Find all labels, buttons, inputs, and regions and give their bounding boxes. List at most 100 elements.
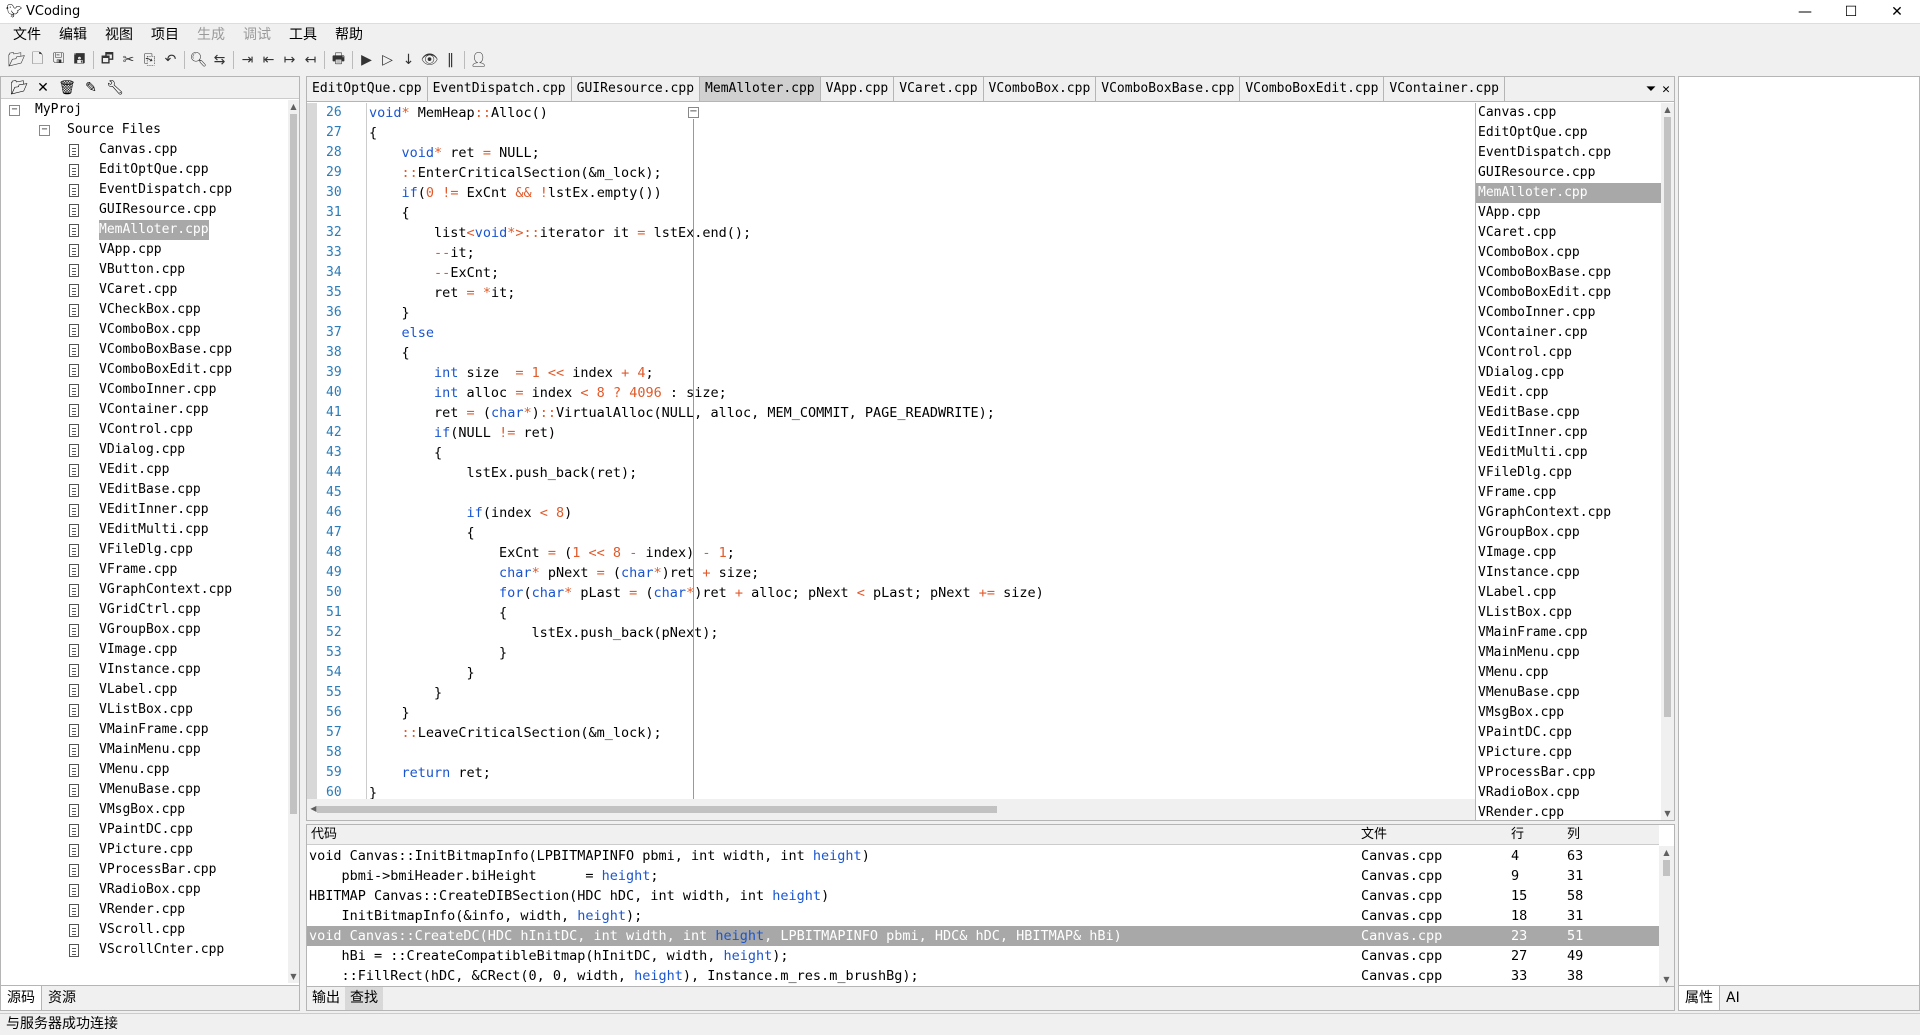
tree-file-item[interactable]: VComboBoxBase.cpp [1,340,288,360]
tree-file-item[interactable]: VEditBase.cpp [1,480,288,500]
open-file-item[interactable]: VControl.cpp [1476,343,1661,363]
tree-file-item[interactable]: VProcessBar.cpp [1,860,288,880]
open-file-item[interactable]: VMainFrame.cpp [1476,623,1661,643]
open-file-item[interactable]: VPaintDC.cpp [1476,723,1661,743]
tree-file-item[interactable]: VLabel.cpp [1,680,288,700]
results-scrollbar[interactable]: ▲ ▼ [1659,846,1674,986]
menu-item[interactable]: 编辑 [50,24,96,46]
tree-file-item[interactable]: VGroupBox.cpp [1,620,288,640]
open-file-item[interactable]: VFileDlg.cpp [1476,463,1661,483]
open-file-item[interactable]: VFrame.cpp [1476,483,1661,503]
tree-file-item[interactable]: VPicture.cpp [1,840,288,860]
tree-file-item[interactable]: VMenuBase.cpp [1,780,288,800]
save-icon[interactable]: 🖫 [48,49,69,71]
editor-tab[interactable]: EventDispatch.cpp [428,77,572,101]
find-icon[interactable]: 🔍︎ [188,49,209,71]
menu-item[interactable]: 视图 [96,24,142,46]
editor-tab[interactable]: GUIResource.cpp [572,77,701,101]
open-file-item[interactable]: VDialog.cpp [1476,363,1661,383]
open-file-item[interactable]: VApp.cpp [1476,203,1661,223]
project-scrollbar[interactable]: ▲ ▼ [288,100,299,983]
close-icon[interactable]: ✕ [1874,0,1920,24]
fold-toggle-icon[interactable]: − [688,107,699,118]
editor-tab[interactable]: MemAlloter.cpp [700,77,821,101]
open-file-item[interactable]: VMsgBox.cpp [1476,703,1661,723]
tree-file-item[interactable]: VImage.cpp [1,640,288,660]
open-file-item[interactable]: VComboBoxBase.cpp [1476,263,1661,283]
tree-file-item[interactable]: VApp.cpp [1,240,288,260]
tree-file-item[interactable]: VComboBox.cpp [1,320,288,340]
tree-file-item[interactable]: VComboBoxEdit.cpp [1,360,288,380]
open-file-item[interactable]: VListBox.cpp [1476,603,1661,623]
tree-root[interactable]: − MyProj [1,100,288,120]
open-file-item[interactable]: VProcessBar.cpp [1476,763,1661,783]
tree-file-item[interactable]: VEdit.cpp [1,460,288,480]
tree-file-item[interactable]: VMsgBox.cpp [1,800,288,820]
open-file-item[interactable]: VRadioBox.cpp [1476,783,1661,803]
editor-tab[interactable]: VComboBox.cpp [984,77,1097,101]
menu-item[interactable]: 帮助 [326,24,372,46]
indent-icon[interactable]: ⇥ [237,49,258,71]
tree-file-item[interactable]: VGridCtrl.cpp [1,600,288,620]
tree-file-item[interactable]: VFileDlg.cpp [1,540,288,560]
collapse-icon[interactable]: − [39,125,50,136]
result-row[interactable]: void Canvas::CreateDC(HDC hInitDC, int w… [307,926,1659,946]
open-file-item[interactable]: EditOptQue.cpp [1476,123,1661,143]
maximize-icon[interactable]: ☐ [1828,0,1874,24]
tree-file-item[interactable]: VButton.cpp [1,260,288,280]
run-icon[interactable]: ▶ [356,49,377,71]
result-row[interactable]: void Canvas::InitBitmapInfo(LPBITMAPINFO… [307,846,1659,866]
editor-tab[interactable]: VComboBoxBase.cpp [1096,77,1241,101]
file-list-scrollbar[interactable]: ▲ ▼ [1661,103,1674,820]
tree-file-item[interactable]: VCaret.cpp [1,280,288,300]
tree-file-item[interactable]: EditOptQue.cpp [1,160,288,180]
tree-folder[interactable]: − Source Files [1,120,288,140]
tree-file-item[interactable]: VMenu.cpp [1,760,288,780]
open-file-item[interactable]: VImage.cpp [1476,543,1661,563]
new-file-icon[interactable]: 🗋 [27,49,48,71]
open-file-item[interactable]: VMainMenu.cpp [1476,643,1661,663]
open-file-item[interactable]: MemAlloter.cpp [1476,183,1661,203]
tree-file-item[interactable]: VEditInner.cpp [1,500,288,520]
left-tab[interactable]: 源码 [1,986,42,1010]
editor-tab[interactable]: VApp.cpp [821,77,895,101]
tree-file-item[interactable]: VMainMenu.cpp [1,740,288,760]
tree-file-item[interactable]: VComboInner.cpp [1,380,288,400]
open-file-item[interactable]: EventDispatch.cpp [1476,143,1661,163]
pause-icon[interactable]: ‖ [440,49,461,71]
tree-file-item[interactable]: GUIResource.cpp [1,200,288,220]
result-row[interactable]: HBITMAP Canvas::CreateDIBSection(HDC hDC… [307,886,1659,906]
open-file-item[interactable]: GUIResource.cpp [1476,163,1661,183]
tree-file-item[interactable]: VCheckBox.cpp [1,300,288,320]
tree-file-item[interactable]: VInstance.cpp [1,660,288,680]
copy-window-icon[interactable]: 🗗 [97,49,118,71]
title-bar[interactable]: 🐦︎ VCoding — ☐ ✕ [0,0,1920,24]
unindent-icon[interactable]: ⇤ [258,49,279,71]
open-file-item[interactable]: VPicture.cpp [1476,743,1661,763]
back-icon[interactable]: ↤ [300,49,321,71]
open-file-item[interactable]: VEditBase.cpp [1476,403,1661,423]
open-file-item[interactable]: VContainer.cpp [1476,323,1661,343]
right-tab[interactable]: 属性 [1679,986,1720,1010]
code-editor[interactable]: void* MemHeap::Alloc(){ void* ret = NULL… [369,103,1479,799]
minimize-icon[interactable]: — [1782,0,1828,24]
menu-item[interactable]: 调试 [234,24,280,46]
open-file-item[interactable]: VComboBoxEdit.cpp [1476,283,1661,303]
tree-file-item[interactable]: VRender.cpp [1,900,288,920]
delete-icon[interactable]: 🗑︎ [55,80,79,96]
user-icon[interactable]: 👤︎ [468,49,489,71]
goto-icon[interactable]: ↦ [279,49,300,71]
editor-tab[interactable]: VComboBoxEdit.cpp [1240,77,1385,101]
result-row[interactable]: hBi = ::CreateCompatibleBitmap(hInitDC, … [307,946,1659,966]
collapse-icon[interactable]: − [9,105,20,116]
tree-file-item[interactable]: VScrollCnter.cpp [1,940,288,960]
tree-file-item[interactable]: VEditMulti.cpp [1,520,288,540]
open-file-item[interactable]: VLabel.cpp [1476,583,1661,603]
open-file-item[interactable]: VMenu.cpp [1476,663,1661,683]
tree-file-item[interactable]: VControl.cpp [1,420,288,440]
run-outline-icon[interactable]: ▷ [377,49,398,71]
editor-tab[interactable]: VCaret.cpp [894,77,984,101]
result-row[interactable]: pbmi->bmiHeader.biHeight = height; Canvas… [307,866,1659,886]
open-file-item[interactable]: VGraphContext.cpp [1476,503,1661,523]
right-tab[interactable]: AI [1720,986,1746,1010]
